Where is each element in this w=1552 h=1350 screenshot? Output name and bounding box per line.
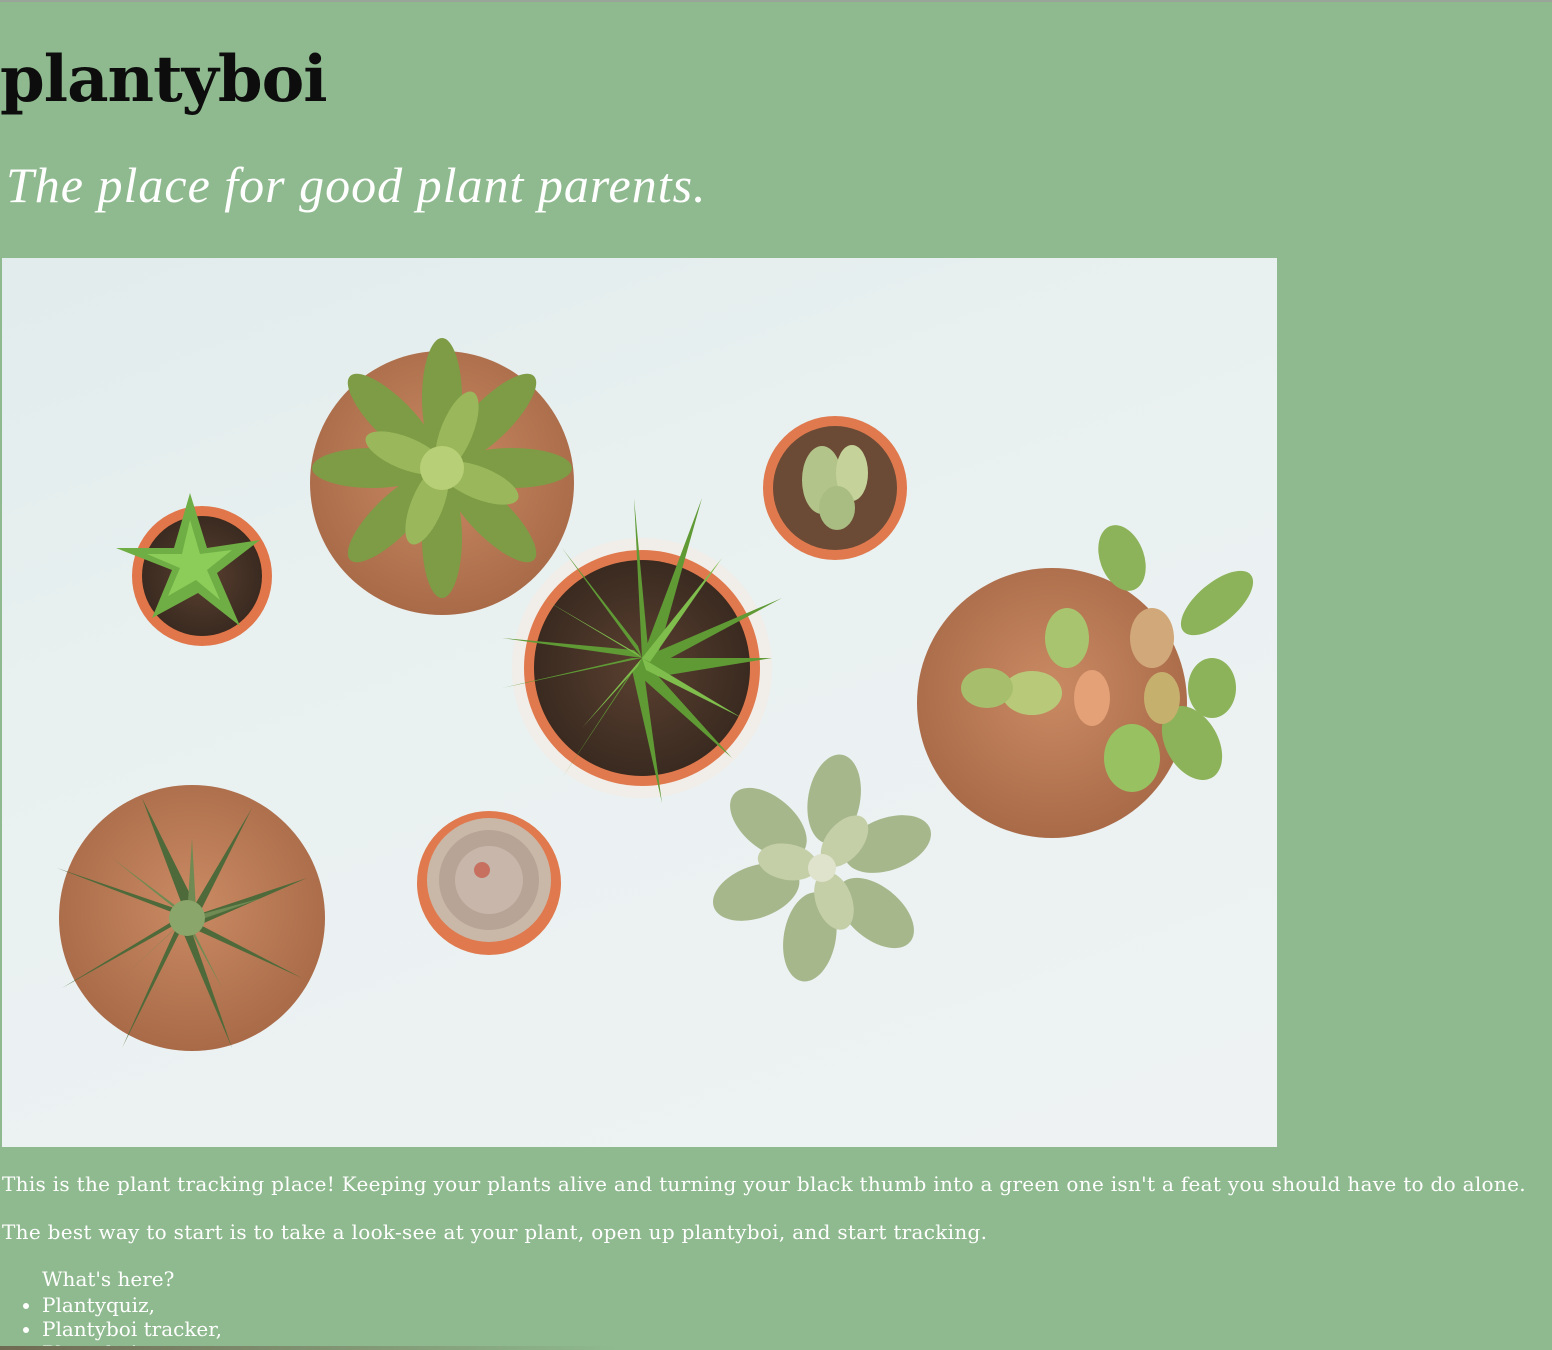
top-border	[0, 0, 1552, 2]
features-heading: What's here?	[42, 1267, 175, 1291]
features-list: Plantyquiz, Plantyboi tracker, Plantyboi…	[0, 1293, 222, 1350]
hero-image	[2, 258, 1277, 1147]
tagline: The place for good plant parents.	[6, 157, 707, 213]
jade-plant	[917, 525, 1254, 838]
haworthia-plant	[57, 785, 325, 1051]
round-cactus-plant	[417, 811, 561, 955]
star-cactus-plant	[116, 493, 272, 646]
barrel-cactus-plant	[763, 416, 907, 560]
intro-paragraph: This is the plant tracking place! Keepin…	[2, 1172, 1526, 1196]
echeveria-plant	[310, 338, 574, 615]
site-title: plantyboi	[0, 42, 328, 117]
list-item: Plantyboi tracker,	[42, 1317, 222, 1341]
bottom-edge	[0, 1346, 1552, 1350]
list-item: Plantyquiz,	[42, 1293, 222, 1317]
start-paragraph: The best way to start is to take a look-…	[2, 1220, 988, 1244]
graptopetalum-plant	[713, 754, 931, 982]
